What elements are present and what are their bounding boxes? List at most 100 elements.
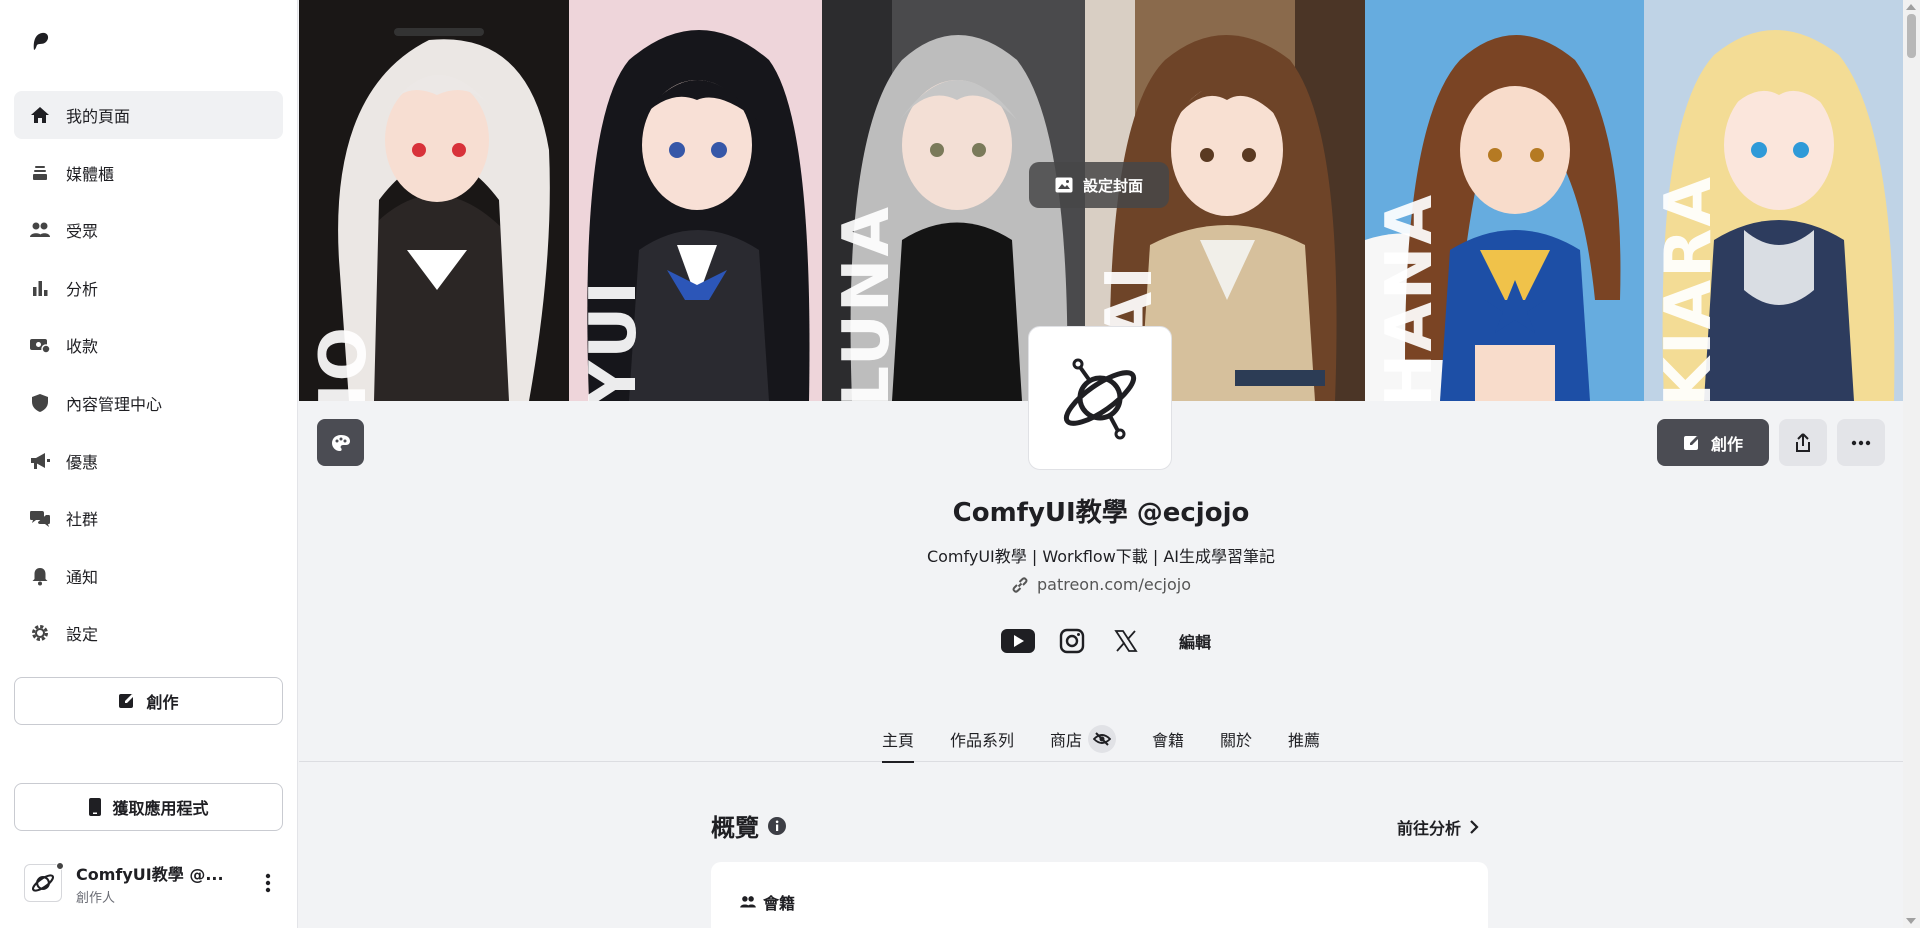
create-button-label: 創作 [146,693,179,712]
scroll-up-arrow-icon[interactable] [1906,4,1916,10]
customize-theme-button[interactable] [317,419,364,466]
tab-collections[interactable]: 作品系列 [950,716,1014,762]
audience-icon [739,895,757,909]
edit-icon [1683,434,1701,452]
set-cover-label: 設定封面 [1082,176,1143,195]
profile-description: ComfyUI教學 | Workflow下載 | AI生成學習筆記 [926,547,1276,566]
sidebar-item-payouts[interactable]: 收款 [14,321,283,369]
sidebar-item-label: 我的頁面 [66,107,131,126]
profile-link[interactable]: patreon.com/ecjojo [299,575,1903,594]
sidebar-item-label: 分析 [66,279,99,299]
sidebar-item-my-page[interactable]: 我的頁面 [14,91,283,139]
tab-home[interactable]: 主頁 [881,716,914,763]
sidebar-item-label: 收款 [66,337,99,357]
scroll-down-arrow-icon[interactable] [1906,918,1916,924]
info-icon[interactable] [767,816,787,836]
scroll-thumb[interactable] [1907,14,1916,58]
sidebar-nav: 我的頁面 媒體櫃 受眾 分析 收款 內容管理中心 優惠 社群 通知 設定 [14,91,283,667]
library-icon [28,161,52,185]
home-icon [28,103,52,127]
gear-icon [28,621,52,645]
sidebar-item-library[interactable]: 媒體櫃 [14,149,283,197]
create-button[interactable]: 創作 [14,677,283,725]
overview-title: 概覽 [711,814,759,842]
create-post-button[interactable]: 創作 [1657,419,1769,466]
page-title: ComfyUI教學 @ecjojo [952,498,1250,528]
x-icon[interactable] [1109,624,1143,658]
social-links: 編輯 [299,624,1903,658]
main-content: IO YUI LUNA MAI HANA KIARA 設定封面 [299,0,1903,928]
profile-avatar[interactable] [1028,326,1172,470]
instagram-icon[interactable] [1055,624,1089,658]
membership-card: 會籍 [711,862,1488,928]
sidebar-item-label: 媒體櫃 [66,164,115,184]
payout-icon [28,333,52,357]
planet-logo-icon [31,874,55,892]
kebab-menu-icon[interactable] [256,871,280,895]
chevron-right-icon [1469,819,1479,835]
go-to-analytics-link[interactable]: 前往分析 [1397,815,1479,839]
chart-icon [28,276,52,300]
cover-panel: IO [299,0,569,401]
youtube-icon[interactable] [1000,624,1035,658]
cover-panel: KIARA [1644,0,1903,401]
patreon-logo-icon[interactable] [30,30,52,52]
create-post-label: 創作 [1710,434,1743,454]
cover-panel: HANA [1365,0,1644,401]
share-button[interactable] [1779,419,1827,466]
card-title-label: 會籍 [763,894,796,913]
megaphone-icon [28,449,52,473]
cover-panel-tag: LUNA [830,205,904,401]
more-options-button[interactable] [1837,419,1885,466]
ellipsis-icon [1851,440,1871,445]
bell-icon [28,564,52,588]
sidebar-item-settings[interactable]: 設定 [14,609,283,657]
page-scrollbar[interactable] [1903,0,1920,928]
sidebar-item-label: 設定 [66,625,99,645]
sidebar: 我的頁面 媒體櫃 受眾 分析 收款 內容管理中心 優惠 社群 通知 設定 創作 … [0,0,298,928]
account-switcher[interactable]: ComfyUI教學 @... 創作人 [24,858,284,908]
link-icon [1011,576,1029,594]
share-icon [1796,432,1810,452]
go-to-analytics-label: 前往分析 [1397,819,1462,838]
edit-icon [118,692,136,710]
sidebar-item-offers[interactable]: 優惠 [14,437,283,485]
overview-heading: 概覽 [711,808,787,843]
audience-icon [28,218,52,242]
eye-off-icon [1088,725,1116,753]
sidebar-item-label: 通知 [66,567,99,587]
tab-shop-label: 商店 [1049,731,1082,750]
set-cover-button[interactable]: 設定封面 [1029,162,1169,208]
sidebar-item-notifications[interactable]: 通知 [14,552,283,600]
user-info: ComfyUI教學 @... 創作人 [76,861,226,906]
get-app-button[interactable]: 獲取應用程式 [14,783,283,831]
planet-logo-icon [1063,358,1137,440]
profile-tabs: 主頁 作品系列 商店 會籍 關於 推薦 [299,716,1903,763]
cover-panel-tag: YUI [577,278,651,401]
tab-about[interactable]: 關於 [1220,716,1252,762]
palette-icon [331,434,350,451]
card-title: 會籍 [739,890,795,914]
sidebar-item-label: 內容管理中心 [66,394,163,414]
status-dot [56,862,64,870]
get-app-button-label: 獲取應用程式 [112,799,209,818]
tab-recommendations[interactable]: 推薦 [1288,716,1320,762]
sidebar-item-label: 社群 [66,510,99,530]
chat-icon [28,506,52,530]
user-name: ComfyUI教學 @... [76,864,224,884]
user-role: 創作人 [76,890,116,906]
tab-shop[interactable]: 商店 [1050,716,1116,762]
image-icon [1055,177,1073,193]
tab-membership[interactable]: 會籍 [1152,716,1184,762]
sidebar-item-community[interactable]: 社群 [14,494,283,542]
cover-panel-tag: KIARA [1652,175,1726,401]
sidebar-item-audience[interactable]: 受眾 [14,206,283,254]
edit-social-links-button[interactable]: 編輯 [1179,629,1211,653]
sidebar-item-analytics[interactable]: 分析 [14,264,283,312]
cover-panel-tag: HANA [1373,192,1447,401]
avatar [24,862,64,902]
sidebar-item-content-center[interactable]: 內容管理中心 [14,379,283,427]
sidebar-item-label: 優惠 [66,452,99,472]
cover-panel-tag: IO [307,324,381,401]
cover-panel: YUI [569,0,822,401]
